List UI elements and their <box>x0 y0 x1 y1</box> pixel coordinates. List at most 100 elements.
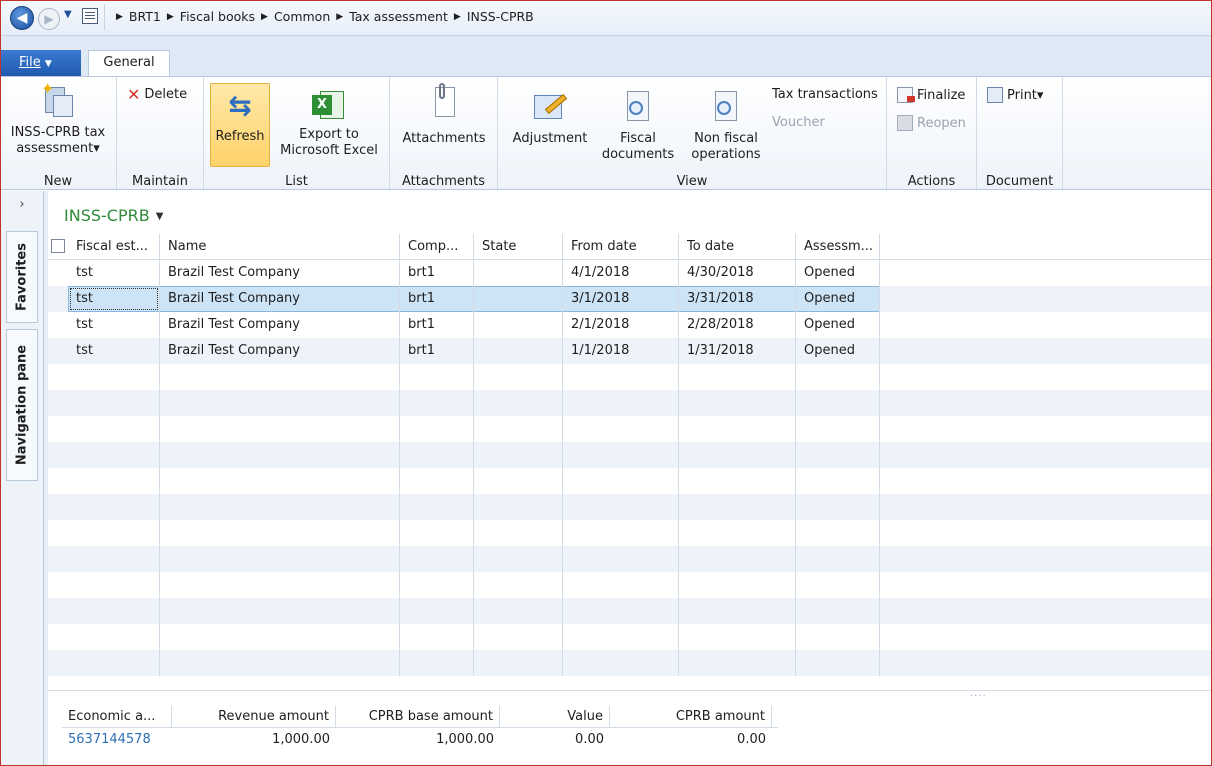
empty-row[interactable] <box>48 572 1212 598</box>
table-cell[interactable]: Opened <box>796 312 880 338</box>
table-cell[interactable]: Brazil Test Company <box>160 260 400 286</box>
new-tax-assessment-button[interactable]: ✦ INSS-CPRB tax assessment▾ <box>8 81 108 157</box>
empty-row[interactable] <box>48 520 1212 546</box>
economic-activity-link[interactable]: 5637144578 <box>62 728 172 750</box>
table-row[interactable]: tst Brazil Test Company brt1 4/1/2018 4/30/2… <box>48 260 1212 286</box>
table-cell[interactable] <box>679 598 796 624</box>
breadcrumb-item[interactable]: Tax assessment <box>349 9 448 25</box>
table-cell[interactable] <box>563 650 679 676</box>
finalize-button[interactable]: Finalize <box>897 87 965 103</box>
table-cell[interactable] <box>679 624 796 650</box>
table-cell[interactable] <box>563 572 679 598</box>
table-cell[interactable]: brt1 <box>400 312 474 338</box>
history-dropdown-icon[interactable]: ▼ <box>64 9 72 20</box>
table-cell[interactable]: Brazil Test Company <box>160 286 400 312</box>
table-cell[interactable] <box>796 442 880 468</box>
empty-row[interactable] <box>48 494 1212 520</box>
table-cell[interactable] <box>474 312 563 338</box>
table-cell[interactable] <box>796 520 880 546</box>
table-cell[interactable] <box>679 390 796 416</box>
table-cell[interactable] <box>563 494 679 520</box>
refresh-button[interactable]: ⇆ Refresh <box>210 89 270 145</box>
export-excel-button[interactable]: X Export to Microsoft Excel <box>276 89 382 159</box>
table-cell[interactable] <box>160 624 400 650</box>
table-cell[interactable] <box>68 442 160 468</box>
table-cell[interactable] <box>400 442 474 468</box>
empty-row[interactable] <box>48 624 1212 650</box>
table-cell[interactable]: 2/1/2018 <box>563 312 679 338</box>
table-cell[interactable]: Opened <box>796 338 880 364</box>
table-row[interactable]: tst Brazil Test Company brt1 1/1/2018 1/31/2… <box>48 338 1212 364</box>
breadcrumb-item[interactable]: Fiscal books <box>180 9 255 25</box>
column-header[interactable]: From date <box>563 234 679 260</box>
empty-row[interactable] <box>48 650 1212 676</box>
table-cell[interactable] <box>796 650 880 676</box>
table-cell[interactable]: 2/28/2018 <box>679 312 796 338</box>
table-cell[interactable] <box>796 416 880 442</box>
table-cell[interactable]: tst <box>68 312 160 338</box>
table-cell[interactable]: 4/1/2018 <box>563 260 679 286</box>
table-cell[interactable]: brt1 <box>400 286 474 312</box>
table-cell[interactable] <box>679 442 796 468</box>
table-cell[interactable] <box>68 390 160 416</box>
table-cell[interactable] <box>679 364 796 390</box>
table-cell[interactable] <box>68 650 160 676</box>
table-cell[interactable] <box>68 468 160 494</box>
table-cell[interactable] <box>68 494 160 520</box>
table-cell[interactable] <box>679 546 796 572</box>
table-cell[interactable] <box>474 338 563 364</box>
column-header[interactable]: Assessm... <box>796 234 880 260</box>
table-cell[interactable]: 3/1/2018 <box>563 286 679 312</box>
table-cell[interactable] <box>474 286 563 312</box>
table-cell[interactable]: 1/31/2018 <box>679 338 796 364</box>
table-cell[interactable] <box>563 442 679 468</box>
table-cell[interactable]: Opened <box>796 260 880 286</box>
table-cell[interactable] <box>400 468 474 494</box>
table-cell[interactable] <box>474 650 563 676</box>
table-cell[interactable]: 1/1/2018 <box>563 338 679 364</box>
non-fiscal-operations-button[interactable]: Non fiscal operations <box>684 89 768 163</box>
table-cell[interactable] <box>160 650 400 676</box>
table-row[interactable]: tst Brazil Test Company brt1 3/1/2018 3/31/2… <box>48 286 1212 312</box>
table-cell[interactable] <box>400 572 474 598</box>
breadcrumb-item[interactable]: Common <box>274 9 330 25</box>
table-cell[interactable] <box>68 624 160 650</box>
table-cell[interactable] <box>68 364 160 390</box>
print-button[interactable]: Print▾ <box>987 87 1043 103</box>
table-cell[interactable] <box>160 598 400 624</box>
table-cell[interactable] <box>400 390 474 416</box>
table-cell[interactable] <box>160 546 400 572</box>
empty-row[interactable] <box>48 468 1212 494</box>
table-cell[interactable] <box>474 442 563 468</box>
column-header[interactable]: Comp... <box>400 234 474 260</box>
summary-column-header[interactable]: CPRB base amount <box>336 706 500 728</box>
table-cell[interactable] <box>679 494 796 520</box>
table-cell[interactable] <box>160 494 400 520</box>
table-cell[interactable]: 4/30/2018 <box>679 260 796 286</box>
summary-column-header[interactable]: Economic a... <box>62 706 172 728</box>
table-cell[interactable] <box>474 468 563 494</box>
summary-column-header[interactable]: CPRB amount <box>610 706 772 728</box>
table-cell[interactable] <box>400 416 474 442</box>
table-cell[interactable] <box>796 364 880 390</box>
summary-column-header[interactable]: Revenue amount <box>172 706 336 728</box>
table-cell[interactable] <box>679 572 796 598</box>
table-cell[interactable]: brt1 <box>400 260 474 286</box>
empty-row[interactable] <box>48 598 1212 624</box>
table-cell[interactable] <box>400 494 474 520</box>
table-cell[interactable] <box>160 390 400 416</box>
table-cell[interactable] <box>400 598 474 624</box>
table-cell[interactable] <box>68 598 160 624</box>
table-row[interactable]: tst Brazil Test Company brt1 2/1/2018 2/28/2… <box>48 312 1212 338</box>
table-cell[interactable] <box>160 468 400 494</box>
column-header[interactable]: State <box>474 234 563 260</box>
table-cell[interactable]: 3/31/2018 <box>679 286 796 312</box>
table-cell[interactable] <box>160 442 400 468</box>
breadcrumb-item[interactable]: INSS-CPRB <box>467 9 534 25</box>
table-cell[interactable] <box>563 364 679 390</box>
table-cell[interactable] <box>796 572 880 598</box>
table-cell[interactable] <box>796 494 880 520</box>
table-cell[interactable] <box>400 624 474 650</box>
tax-transactions-button[interactable]: Tax transactions <box>772 87 878 102</box>
voucher-button[interactable]: Voucher <box>772 115 825 130</box>
